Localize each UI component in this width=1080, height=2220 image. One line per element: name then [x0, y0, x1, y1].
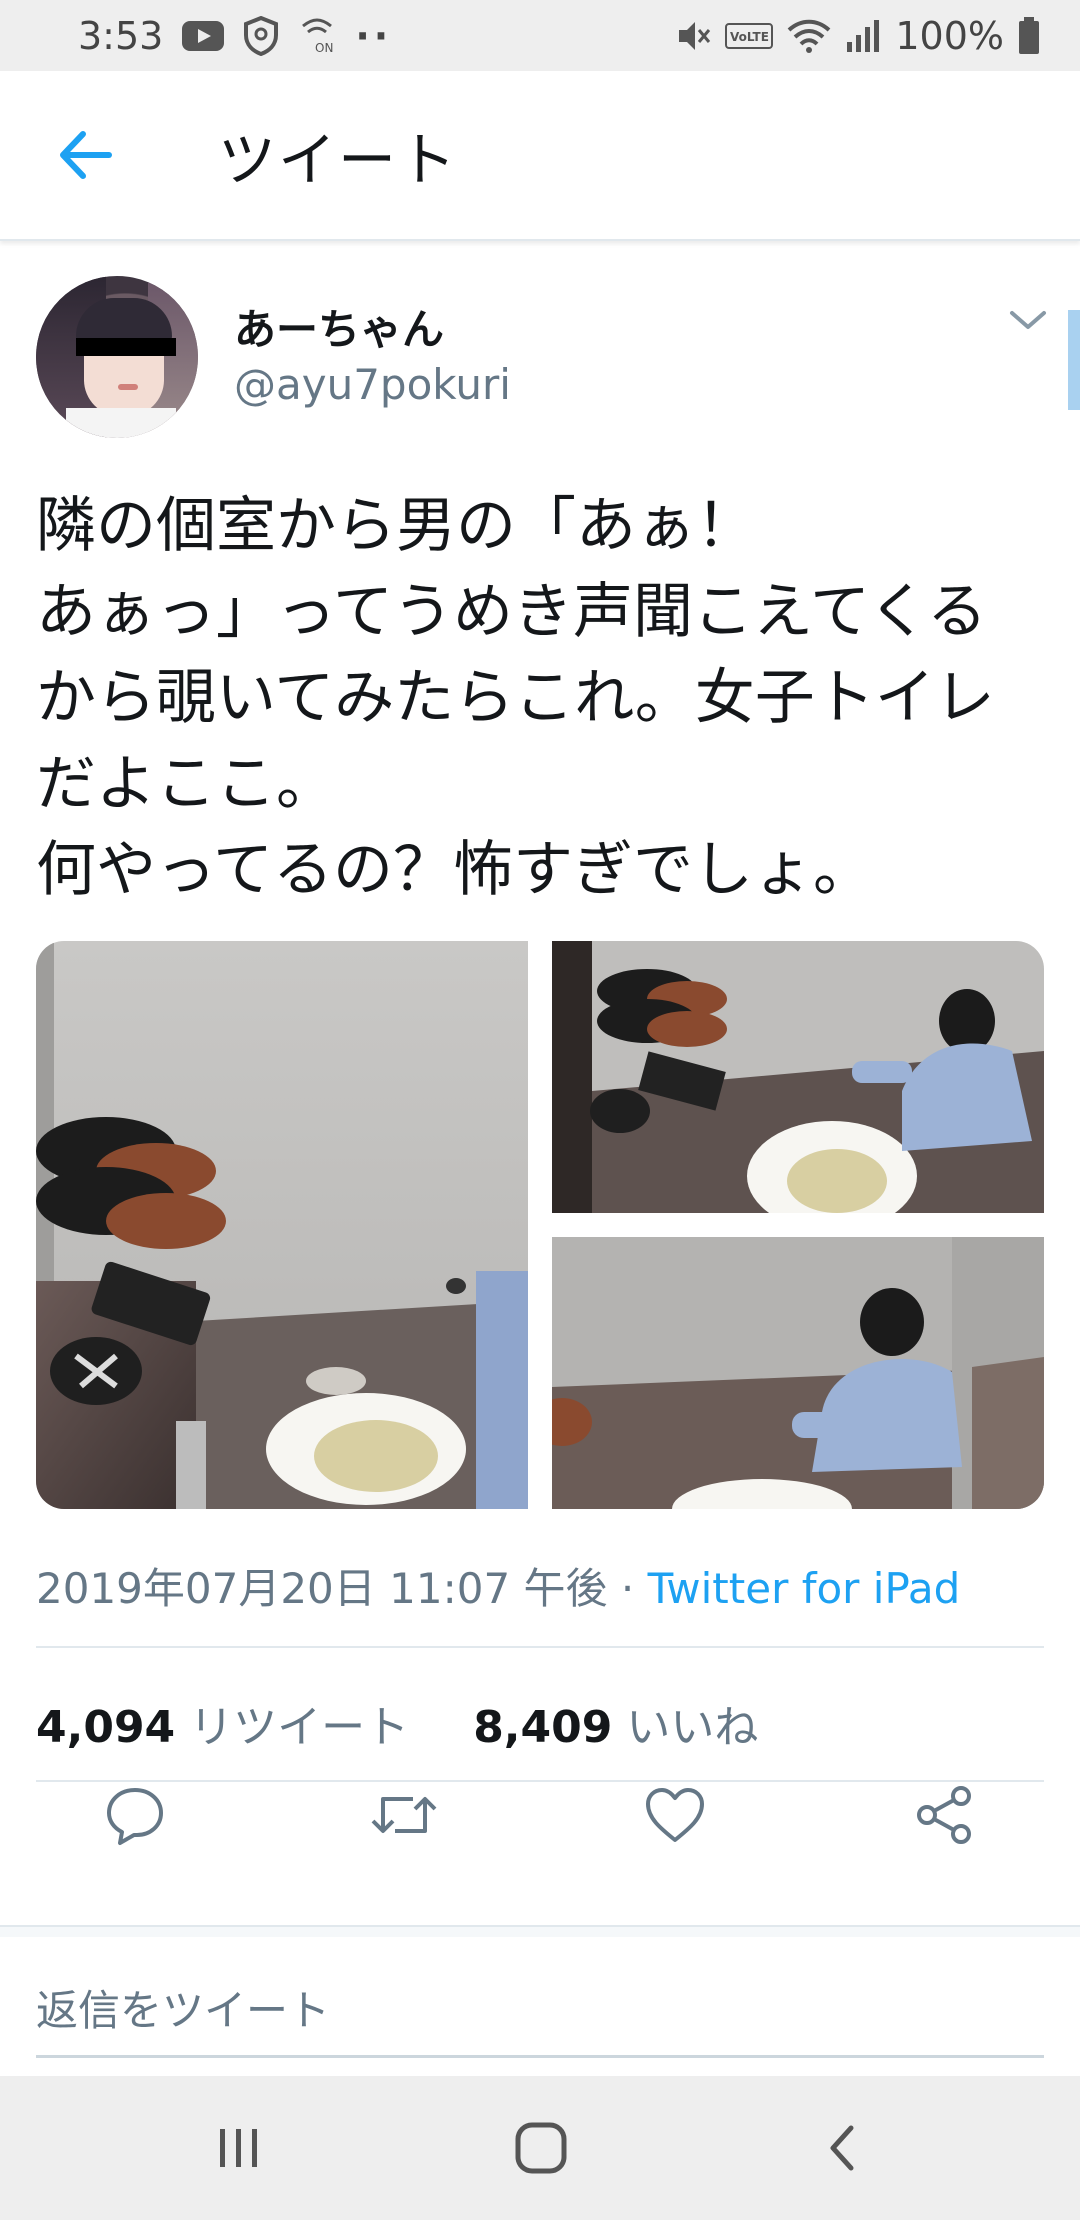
recent-apps-icon [220, 2129, 257, 2167]
reply-icon [107, 1788, 163, 1845]
reply-placeholder: 返信をツイート [36, 1986, 331, 2035]
user-handle[interactable]: @ayu7pokuri [234, 360, 511, 409]
retweet-count: 4,094 [36, 1702, 176, 1753]
like-button[interactable] [635, 1775, 715, 1855]
system-back-button[interactable] [808, 2118, 878, 2178]
page-title: ツイート [218, 126, 459, 194]
section-divider [0, 1925, 1080, 1937]
tweet-actions [0, 1775, 1080, 1905]
retweets-stat[interactable]: 4,094 リツイート [36, 1702, 409, 1753]
youtube-icon [181, 20, 225, 52]
divider [36, 1646, 1044, 1648]
chevron-down-icon [1010, 311, 1046, 329]
app-header: ツイート [0, 71, 1080, 241]
tweet-timestamp: 2019年07月20日 11:07 午後 [36, 1564, 608, 1613]
tweet-photo-2[interactable] [552, 941, 1044, 1213]
retweet-label: リツイート [189, 1702, 410, 1753]
home-button[interactable] [506, 2118, 576, 2178]
status-bar: 3:53 ON ·· VoLTE 100% [0, 0, 1080, 71]
meta-separator: · [607, 1564, 648, 1613]
like-label: いいね [626, 1702, 759, 1753]
signal-icon [845, 18, 881, 54]
retweet-button[interactable] [364, 1775, 444, 1855]
tweet-photo-3[interactable] [552, 1237, 1044, 1509]
media-grid [36, 941, 1044, 1509]
tweet-stats: 4,094 リツイート 8,409 いいね [36, 1691, 758, 1755]
heart-icon [646, 1788, 704, 1842]
like-count: 8,409 [473, 1702, 613, 1753]
tweet-source-link[interactable]: Twitter for iPad [648, 1564, 961, 1613]
mute-icon [675, 18, 711, 54]
share-button[interactable] [905, 1775, 985, 1855]
back-icon [830, 2125, 854, 2171]
more-notifications: ·· [355, 13, 393, 58]
back-button[interactable] [50, 120, 120, 190]
arrow-left-icon [60, 131, 112, 179]
reply-input[interactable]: 返信をツイート [36, 1960, 1044, 2058]
svg-text:ON: ON [315, 41, 333, 55]
retweet-icon [371, 1797, 437, 1833]
likes-stat[interactable]: 8,409 いいね [473, 1702, 758, 1753]
shield-icon [243, 15, 279, 56]
tweet-text: 隣の個室から男の「あぁ！ あぁっ」ってうめき声聞こえてくる から覗いてみたらこれ… [36, 491, 995, 905]
system-nav-bar [0, 2076, 1080, 2220]
wifi-calling-icon: ON [297, 16, 337, 56]
tweet-options-button[interactable] [1008, 305, 1048, 335]
tweet-meta: 2019年07月20日 11:07 午後 · Twitter for iPad [36, 1555, 960, 1616]
svg-text:VoLTE: VoLTE [730, 30, 769, 44]
share-icon [917, 1786, 971, 1844]
tweet-photo-1[interactable] [36, 941, 528, 1509]
display-name[interactable]: あーちゃん [234, 296, 444, 357]
reply-button[interactable] [95, 1775, 175, 1855]
recent-apps-button[interactable] [204, 2118, 274, 2178]
status-time: 3:53 [78, 13, 164, 58]
wifi-icon [787, 18, 831, 54]
battery-percent: 100% [895, 13, 1004, 58]
scrollbar-thumb[interactable] [1068, 310, 1080, 410]
avatar[interactable] [36, 276, 198, 438]
volte-icon: VoLTE [725, 22, 774, 50]
battery-icon [1018, 16, 1040, 55]
home-icon [515, 2122, 567, 2174]
